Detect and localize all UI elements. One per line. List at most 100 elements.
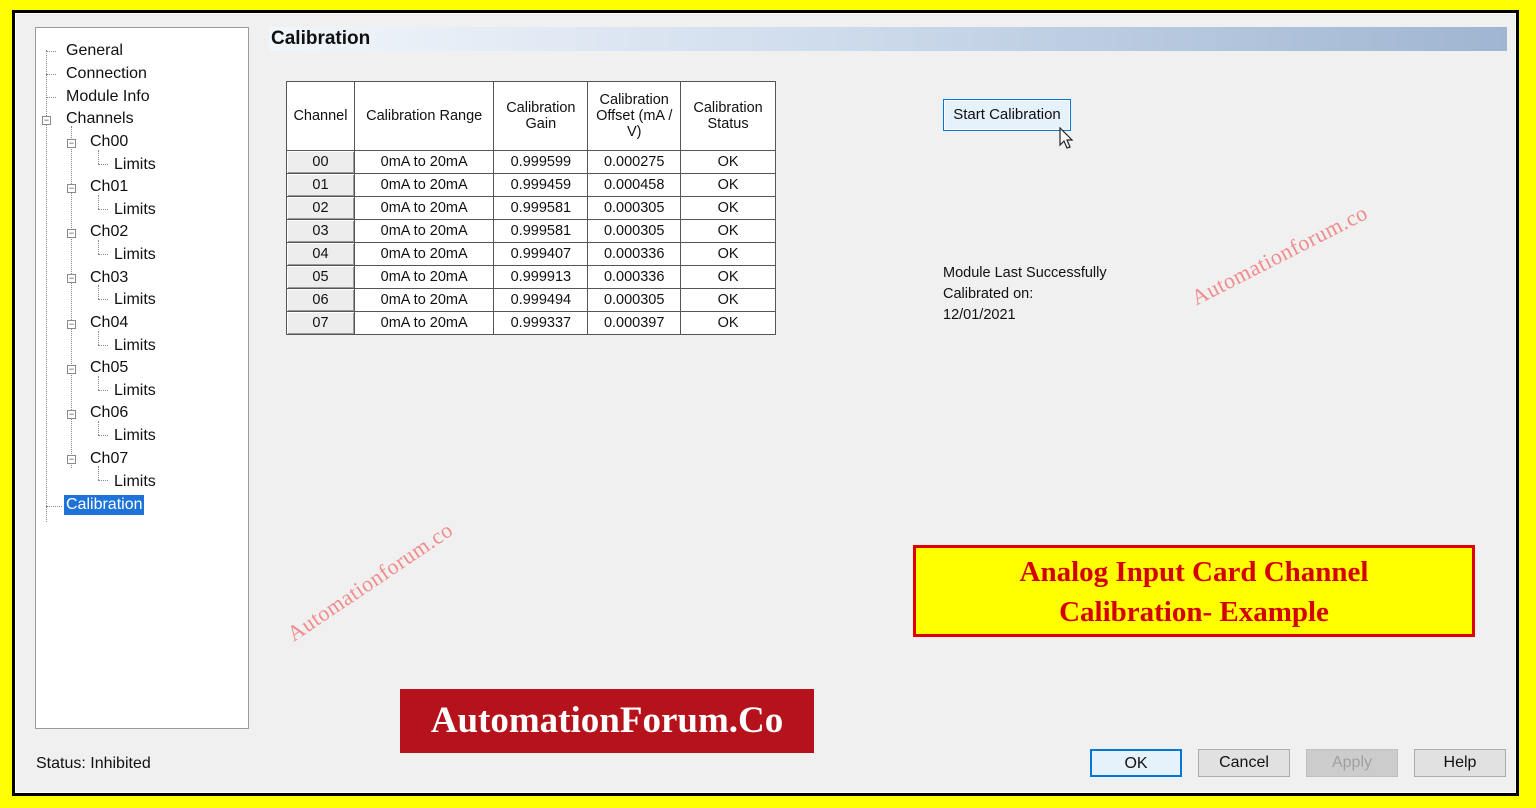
status-cell: OK [680, 242, 776, 266]
collapse-icon[interactable]: − [67, 229, 76, 238]
tree-item-ch02[interactable]: Ch02 [88, 222, 130, 242]
gain-cell: 0.999581 [493, 196, 589, 220]
tree-item-ch06[interactable]: Ch06 [88, 403, 130, 423]
tree-item-connection[interactable]: Connection [64, 64, 149, 84]
gain-cell: 0.999599 [493, 150, 589, 174]
status-cell: OK [680, 173, 776, 197]
channel-cell[interactable]: 04 [286, 242, 355, 266]
tree-item-ch05[interactable]: Ch05 [88, 358, 130, 378]
example-banner-line1: Analog Input Card Channel [1019, 556, 1369, 588]
last-calibrated-line1: Module Last Successfully [943, 265, 1107, 281]
table-row[interactable]: 03 0mA to 20mA 0.999581 0.000305 OK [286, 219, 776, 243]
tree-item-ch02-limits[interactable]: Limits [112, 245, 158, 265]
tree-connector [98, 331, 99, 345]
tree-item-ch04-limits[interactable]: Limits [112, 336, 158, 356]
ok-button[interactable]: OK [1090, 749, 1182, 777]
column-header-channel: Channel [286, 81, 355, 151]
status-cell: OK [680, 196, 776, 220]
tree-item-calibration[interactable]: Calibration [64, 495, 145, 515]
range-cell: 0mA to 20mA [353, 150, 495, 174]
table-row[interactable]: 04 0mA to 20mA 0.999407 0.000336 OK [286, 242, 776, 266]
tree-item-ch07[interactable]: Ch07 [88, 449, 130, 469]
tree-item-channels[interactable]: Channels [64, 109, 136, 129]
tree-connector [98, 240, 99, 254]
collapse-icon[interactable]: − [67, 320, 76, 329]
collapse-icon[interactable]: − [67, 455, 76, 464]
status-cell: OK [680, 311, 776, 335]
collapse-icon[interactable]: − [67, 365, 76, 374]
offset-cell: 0.000305 [587, 196, 682, 220]
channel-cell[interactable]: 06 [286, 288, 355, 312]
range-cell: 0mA to 20mA [353, 311, 495, 335]
collapse-icon[interactable]: − [67, 410, 76, 419]
status-cell: OK [680, 150, 776, 174]
offset-cell: 0.000336 [587, 265, 682, 289]
watermark-text: Automationforum.co [282, 516, 458, 647]
tree-connector [98, 435, 108, 436]
tree-connector [98, 376, 99, 390]
tree-item-ch05-limits[interactable]: Limits [112, 381, 158, 401]
status-text: Status: Inhibited [36, 755, 151, 772]
status-cell: OK [680, 265, 776, 289]
offset-cell: 0.000305 [587, 288, 682, 312]
offset-cell: 0.000305 [587, 219, 682, 243]
page-title-bar: Calibration [269, 27, 1507, 51]
page-title: Calibration [271, 28, 371, 49]
calibration-table: Channel Calibration Range Calibration Ga… [286, 81, 776, 335]
tree-connector [98, 390, 108, 391]
gain-cell: 0.999494 [493, 288, 589, 312]
tree-connector [98, 209, 108, 210]
range-cell: 0mA to 20mA [353, 242, 495, 266]
channel-cell[interactable]: 00 [286, 150, 355, 174]
table-row[interactable]: 06 0mA to 20mA 0.999494 0.000305 OK [286, 288, 776, 312]
channel-cell[interactable]: 07 [286, 311, 355, 335]
offset-cell: 0.000275 [587, 150, 682, 174]
channel-cell[interactable]: 05 [286, 265, 355, 289]
tree-connector [98, 150, 99, 164]
tree-connector [46, 51, 56, 52]
last-calibrated-line2: Calibrated on: [943, 286, 1034, 302]
range-cell: 0mA to 20mA [353, 196, 495, 220]
tree-item-ch00[interactable]: Ch00 [88, 132, 130, 152]
table-row[interactable]: 02 0mA to 20mA 0.999581 0.000305 OK [286, 196, 776, 220]
channel-cell[interactable]: 01 [286, 173, 355, 197]
column-header-range: Calibration Range [353, 81, 495, 151]
tree-item-module-info[interactable]: Module Info [64, 87, 152, 107]
tree-connector [46, 74, 56, 75]
tree-connector [98, 299, 108, 300]
tree-item-general[interactable]: General [64, 41, 125, 61]
watermark-text: Automationforum.co [1187, 199, 1372, 311]
tree-item-ch03[interactable]: Ch03 [88, 268, 130, 288]
table-row[interactable]: 01 0mA to 20mA 0.999459 0.000458 OK [286, 173, 776, 197]
tree-item-ch00-limits[interactable]: Limits [112, 155, 158, 175]
tree-connector [98, 164, 108, 165]
collapse-icon[interactable]: − [42, 116, 51, 125]
example-banner: Analog Input Card Channel Calibration- E… [913, 545, 1475, 637]
tree-item-ch03-limits[interactable]: Limits [112, 290, 158, 310]
cancel-button[interactable]: Cancel [1198, 749, 1290, 777]
offset-cell: 0.000458 [587, 173, 682, 197]
collapse-icon[interactable]: − [67, 184, 76, 193]
start-calibration-button[interactable]: Start Calibration [943, 99, 1071, 131]
offset-cell: 0.000397 [587, 311, 682, 335]
tree-connector [98, 345, 108, 346]
range-cell: 0mA to 20mA [353, 173, 495, 197]
table-row[interactable]: 00 0mA to 20mA 0.999599 0.000275 OK [286, 150, 776, 174]
channel-cell[interactable]: 02 [286, 196, 355, 220]
status-cell: OK [680, 288, 776, 312]
tree-item-ch01[interactable]: Ch01 [88, 177, 130, 197]
table-row[interactable]: 05 0mA to 20mA 0.999913 0.000336 OK [286, 265, 776, 289]
tree-item-ch06-limits[interactable]: Limits [112, 426, 158, 446]
tree-item-ch01-limits[interactable]: Limits [112, 200, 158, 220]
apply-button[interactable]: Apply [1306, 749, 1398, 777]
tree-item-ch07-limits[interactable]: Limits [112, 472, 158, 492]
tree-item-ch04[interactable]: Ch04 [88, 313, 130, 333]
collapse-icon[interactable]: − [67, 139, 76, 148]
help-button[interactable]: Help [1414, 749, 1506, 777]
channel-cell[interactable]: 03 [286, 219, 355, 243]
table-row[interactable]: 07 0mA to 20mA 0.999337 0.000397 OK [286, 311, 776, 335]
last-calibrated-info: Module Last Successfully Calibrated on: … [943, 263, 1107, 326]
column-header-offset: Calibration Offset (mA / V) [587, 81, 682, 151]
collapse-icon[interactable]: − [67, 274, 76, 283]
status-cell: OK [680, 219, 776, 243]
